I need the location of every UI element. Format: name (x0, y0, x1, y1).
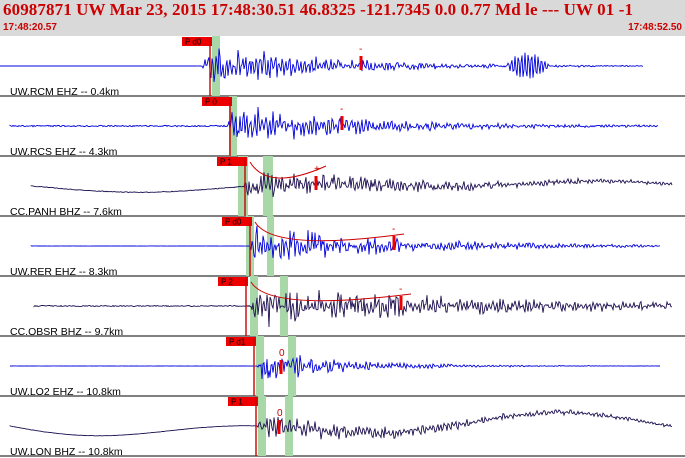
waveform-trace[interactable] (9, 409, 673, 440)
station-label: CC.PANH BHZ -- 7.6km (10, 206, 122, 218)
waveform-trace[interactable] (0, 48, 644, 83)
polarity-marker[interactable] (340, 116, 344, 130)
p-pick-label: P d0 (225, 218, 242, 227)
p-window-shade (250, 276, 258, 336)
polarity-label: - (392, 224, 395, 235)
event-title: 60987871 UW Mar 23, 2015 17:48:30.51 46.… (3, 0, 634, 19)
polarity-label: - (399, 284, 402, 295)
trace-panel[interactable]: P d0 - UW.RER EHZ -- 8.3km (0, 216, 685, 278)
polarity-marker[interactable] (277, 420, 281, 434)
polarity-marker[interactable] (279, 360, 283, 374)
event-header: 60987871 UW Mar 23, 2015 17:48:30.51 46.… (0, 0, 685, 36)
p-pick-label: P d1 (229, 338, 246, 347)
polarity-label: - (359, 44, 362, 55)
station-label: UW.RCS EHZ -- 4.3km (10, 146, 118, 158)
trace-panel[interactable]: P d1 0 UW.LO2 EHZ -- 10.8km (0, 336, 685, 398)
coda-curve (250, 281, 412, 302)
waveform-trace[interactable] (10, 355, 660, 380)
p-pick-label: P 1 (231, 398, 243, 407)
station-label: UW.RER EHZ -- 8.3km (10, 266, 118, 278)
waveform-trace[interactable] (30, 225, 661, 260)
polarity-label: 0 (277, 408, 283, 419)
p-pick-label: P d0 (185, 38, 202, 47)
station-label: UW.LO2 EHZ -- 10.8km (10, 386, 121, 398)
s-window-shade (263, 156, 273, 216)
station-label: UW.LON BHZ -- 10.8km (10, 446, 123, 458)
polarity-label: - (340, 104, 343, 115)
p-pick-label: P 0 (205, 98, 217, 107)
waveform-trace[interactable] (33, 290, 673, 328)
trace-panel[interactable]: P 0 - UW.RCS EHZ -- 4.3km (0, 96, 685, 158)
trace-panel[interactable]: P 1 0 UW.LON BHZ -- 10.8km (0, 396, 685, 458)
waveform-trace[interactable] (30, 172, 673, 198)
trace-panel[interactable]: P 2 - CC.OBSR BHZ -- 9.7km (0, 276, 685, 338)
coda-curve (254, 221, 405, 242)
trace-panel[interactable]: P 1 + CC.PANH BHZ -- 7.6km (0, 156, 685, 218)
time-end-label: 17:48:52.50 (628, 22, 682, 33)
polarity-marker[interactable] (314, 176, 318, 190)
station-label: UW.RCM EHZ -- 0.4km (10, 86, 119, 98)
station-label: CC.OBSR BHZ -- 9.7km (10, 326, 123, 338)
polarity-marker[interactable] (399, 296, 403, 310)
seismogram-plot[interactable]: P d0 - UW.RCM EHZ -- 0.4km P 0 - UW.RCS EHZ -… (0, 36, 685, 458)
waveform-trace[interactable] (9, 106, 659, 140)
polarity-label: + (314, 164, 320, 175)
polarity-label: 0 (279, 348, 285, 359)
s-window-shade (288, 336, 296, 396)
polarity-marker[interactable] (392, 236, 396, 250)
p-pick-label: P 2 (221, 278, 233, 287)
trace-panel[interactable]: P d0 - UW.RCM EHZ -- 0.4km (0, 36, 685, 98)
polarity-marker[interactable] (359, 56, 363, 70)
time-start-label: 17:48:20.57 (3, 22, 57, 33)
p-pick-label: P 1 (220, 158, 232, 167)
